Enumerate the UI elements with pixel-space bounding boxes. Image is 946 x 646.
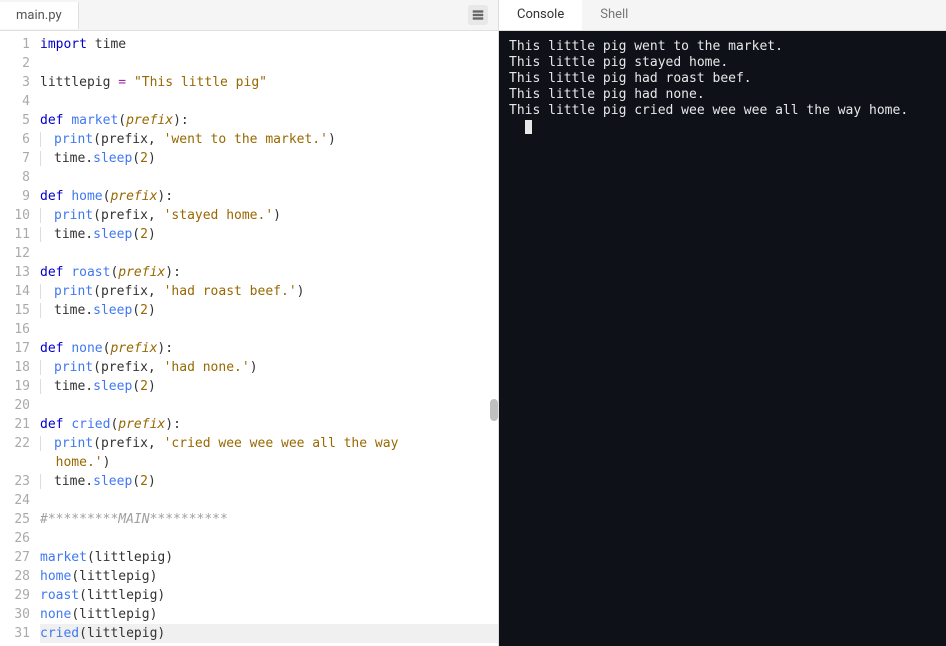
code-line[interactable]	[40, 491, 498, 510]
editor-pane: main.py 12345678910111213141516171819202…	[0, 0, 499, 646]
code-line[interactable]: def market(prefix):	[40, 111, 498, 130]
line-number: 28	[0, 567, 30, 586]
line-number: 26	[0, 529, 30, 548]
line-number: 18	[0, 358, 30, 377]
line-number: 27	[0, 548, 30, 567]
code-line[interactable]	[40, 396, 498, 415]
line-number: 14	[0, 282, 30, 301]
line-number: 1	[0, 35, 30, 54]
prompt-icon	[509, 119, 517, 134]
line-number: 8	[0, 168, 30, 187]
code-line[interactable]: none(littlepig)	[40, 605, 498, 624]
code-line[interactable]: print(prefix, 'had roast beef.')	[40, 282, 498, 301]
code-line[interactable]: roast(littlepig)	[40, 586, 498, 605]
code-line[interactable]: home(littlepig)	[40, 567, 498, 586]
console-output[interactable]: This little pig went to the market.This …	[499, 31, 946, 646]
code-line[interactable]	[40, 168, 498, 187]
code-line-wrap[interactable]: home.')	[40, 453, 498, 472]
line-number-gutter: 12345678910111213141516171819202122 2324…	[0, 31, 40, 646]
code-line[interactable]: time.sleep(2)	[40, 149, 498, 168]
console-line: This little pig cried wee wee wee all th…	[509, 103, 936, 119]
line-number: 19	[0, 377, 30, 396]
line-number: 21	[0, 415, 30, 434]
line-number: 15	[0, 301, 30, 320]
code-line[interactable]: import time	[40, 35, 498, 54]
code-line[interactable]: print(prefix, 'stayed home.')	[40, 206, 498, 225]
line-number: 6	[0, 130, 30, 149]
code-line[interactable]	[40, 529, 498, 548]
code-line[interactable]: def home(prefix):	[40, 187, 498, 206]
code-line[interactable]: market(littlepig)	[40, 548, 498, 567]
tab-shell[interactable]: Shell	[582, 0, 646, 30]
line-number: 2	[0, 54, 30, 73]
line-number: 3	[0, 73, 30, 92]
console-pane: Console Shell This little pig went to th…	[499, 0, 946, 646]
code-line[interactable]: def roast(prefix):	[40, 263, 498, 282]
tab-console[interactable]: Console	[499, 0, 582, 30]
console-prompt[interactable]	[509, 119, 936, 135]
line-number: 20	[0, 396, 30, 415]
console-line: This little pig had roast beef.	[509, 71, 936, 87]
line-number: 22	[0, 434, 30, 453]
editor-tabbar: main.py	[0, 0, 498, 31]
code-line[interactable]	[40, 244, 498, 263]
line-number: 16	[0, 320, 30, 339]
line-number: 17	[0, 339, 30, 358]
code-line[interactable]: time.sleep(2)	[40, 301, 498, 320]
code-line[interactable]: time.sleep(2)	[40, 472, 498, 491]
line-number: 29	[0, 586, 30, 605]
code-line[interactable]: print(prefix, 'went to the market.')	[40, 130, 498, 149]
console-line: This little pig had none.	[509, 87, 936, 103]
code-line[interactable]: def cried(prefix):	[40, 415, 498, 434]
line-number: 4	[0, 92, 30, 111]
code-line[interactable]: time.sleep(2)	[40, 225, 498, 244]
code-line[interactable]: print(prefix, 'had none.')	[40, 358, 498, 377]
line-number: 25	[0, 510, 30, 529]
console-line: This little pig went to the market.	[509, 39, 936, 55]
console-tabbar: Console Shell	[499, 0, 946, 31]
line-number: 31	[0, 624, 30, 643]
line-number: 7	[0, 149, 30, 168]
line-number: 12	[0, 244, 30, 263]
line-number: 13	[0, 263, 30, 282]
line-number: 23	[0, 472, 30, 491]
code-line[interactable]	[40, 54, 498, 73]
line-number: 30	[0, 605, 30, 624]
code-line[interactable]	[40, 92, 498, 111]
code-line[interactable]	[40, 320, 498, 339]
console-line: This little pig stayed home.	[509, 55, 936, 71]
line-number: 11	[0, 225, 30, 244]
line-number: 10	[0, 206, 30, 225]
code-line[interactable]: littlepig = "This little pig"	[40, 73, 498, 92]
line-number: 5	[0, 111, 30, 130]
line-number: 24	[0, 491, 30, 510]
code-line[interactable]: cried(littlepig)	[40, 624, 498, 643]
code-line[interactable]: time.sleep(2)	[40, 377, 498, 396]
code-content[interactable]: import time littlepig = "This little pig"…	[40, 31, 498, 646]
code-line[interactable]: def none(prefix):	[40, 339, 498, 358]
code-area[interactable]: 12345678910111213141516171819202122 2324…	[0, 31, 498, 646]
editor-settings-icon[interactable]	[468, 5, 488, 25]
file-tab-main[interactable]: main.py	[0, 2, 79, 29]
line-number: 9	[0, 187, 30, 206]
editor-scrollbar-thumb[interactable]	[490, 399, 498, 421]
cursor	[525, 120, 532, 134]
code-line[interactable]: #*********MAIN**********	[40, 510, 498, 529]
code-line[interactable]: print(prefix, 'cried wee wee wee all the…	[40, 434, 498, 453]
